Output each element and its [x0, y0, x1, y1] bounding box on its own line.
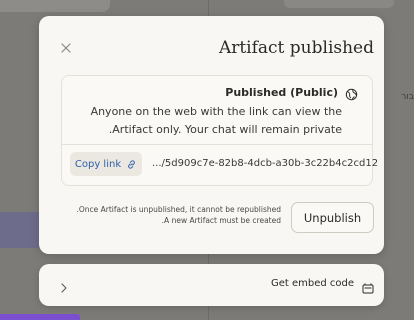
- background-top-strip: [0, 0, 110, 12]
- unpublish-warning: .Once Artifact is unpublished, it cannot…: [49, 204, 281, 226]
- globe-icon: [345, 86, 358, 101]
- link-icon: [126, 159, 137, 170]
- dialog-title: Artifact published: [218, 38, 374, 58]
- background-left-block: [0, 212, 40, 248]
- publish-status: Published (Public): [225, 86, 338, 99]
- unpublish-button[interactable]: Unpublish: [291, 202, 374, 233]
- publish-dialog: Artifact published Published (Public) An…: [39, 16, 384, 254]
- publish-description-line: Anyone on the web with the link can view…: [90, 105, 342, 118]
- close-icon[interactable]: [59, 40, 73, 54]
- publish-description: Anyone on the web with the link can view…: [72, 103, 342, 139]
- embed-code-label: Get embed code: [270, 278, 354, 289]
- background-side-text: בור: [401, 92, 414, 102]
- publish-info-header: Published (Public) Anyone on the web wit…: [62, 76, 372, 145]
- background-top-card: [284, 0, 394, 8]
- chevron-right-icon: [59, 279, 69, 293]
- artifact-link-url[interactable]: .../5d909c7e-82b8-4dcb-a30b-3c22b4c2cd12: [152, 158, 378, 169]
- unpublish-warning-line: .A new Artifact must be created: [161, 216, 281, 225]
- publish-description-line: .Artifact only. Your chat will remain pr…: [108, 123, 342, 136]
- embed-icon: [362, 279, 374, 294]
- copy-link-label: Copy link: [74, 158, 122, 170]
- copy-link-button[interactable]: Copy link: [70, 152, 142, 176]
- publish-info-card: Published (Public) Anyone on the web wit…: [61, 75, 378, 186]
- card-divider: [62, 144, 372, 145]
- unpublish-warning-line: .Once Artifact is unpublished, it cannot…: [76, 205, 281, 214]
- background-bottom-bar: [0, 314, 80, 320]
- embed-code-bar[interactable]: Get embed code: [39, 264, 384, 306]
